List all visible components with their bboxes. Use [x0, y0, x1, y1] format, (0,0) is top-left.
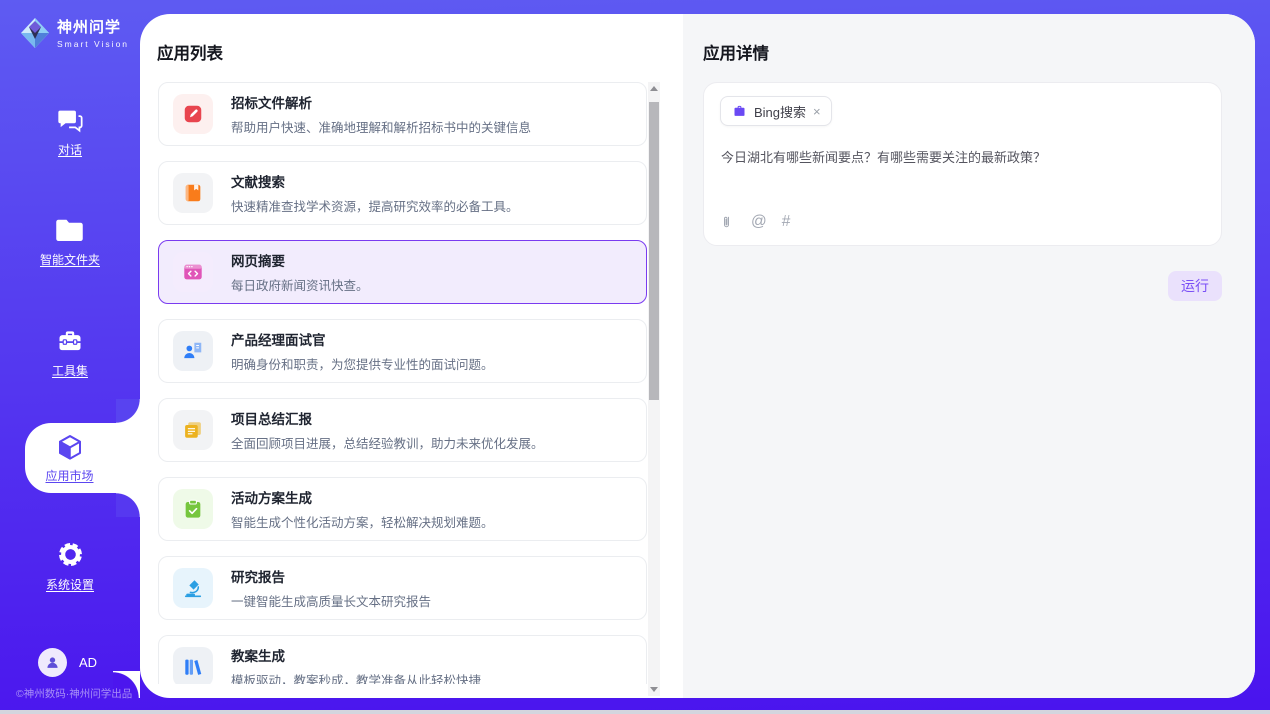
- sidebar-item-label: 智能文件夹: [40, 251, 100, 268]
- query-input[interactable]: 今日湖北有哪些新闻要点？有哪些需要关注的最新政策？: [721, 147, 1201, 166]
- book-icon: [173, 173, 213, 213]
- sidebar-item-app-market[interactable]: 应用市场: [25, 423, 140, 493]
- cube-icon: [55, 433, 85, 463]
- app-list-title: 应用列表: [157, 40, 223, 64]
- sidebar-item-chat[interactable]: 对话: [0, 106, 140, 158]
- app-name: 网页摘要: [231, 250, 369, 270]
- bubble-curve-bottom: [116, 493, 140, 517]
- app-desc: 模板驱动，教案秒成，教学准备从此轻松快捷: [231, 670, 481, 684]
- tool-chip-bing-search: Bing搜索 ×: [720, 96, 832, 126]
- sidebar-item-label: 对话: [58, 141, 82, 158]
- mention-icon[interactable]: @: [751, 213, 767, 231]
- browser-code-icon: [173, 252, 213, 292]
- app-desc: 一键智能生成高质量长文本研究报告: [231, 591, 431, 610]
- interviewer-icon: [173, 331, 213, 371]
- brand-subtitle: Smart Vision: [57, 39, 129, 49]
- topic-icon[interactable]: #: [782, 213, 791, 231]
- edit-document-icon: [173, 94, 213, 134]
- sidebar-item-toolset[interactable]: 工具集: [0, 327, 140, 379]
- app-list-scrollbar[interactable]: [648, 82, 660, 696]
- sidebar: 神州问学 Smart Vision 对话 智能文件夹 工具集: [0, 0, 140, 714]
- tool-chip-label: Bing搜索: [754, 102, 806, 121]
- scrollbar-thumb[interactable]: [649, 102, 659, 400]
- briefcase-icon: [732, 104, 747, 119]
- sidebar-item-settings[interactable]: 系统设置: [0, 540, 140, 593]
- composer-toolbar: @ #: [721, 213, 790, 231]
- app-desc: 智能生成个性化活动方案，轻松解决规划难题。: [231, 512, 494, 531]
- app-name: 文献搜索: [231, 171, 519, 191]
- sidebar-item-label: 应用市场: [45, 467, 93, 484]
- app-name: 产品经理面试官: [231, 329, 494, 349]
- main-content: 应用列表 招标文件解析 帮助用户快速、准确地理解和解析招标书中的关键信息 文献搜…: [140, 14, 1255, 698]
- app-name: 招标文件解析: [231, 92, 531, 112]
- app-desc: 快速精准查找学术资源，提高研究效率的必备工具。: [231, 196, 519, 215]
- toolbox-icon: [55, 327, 85, 355]
- app-list-panel: 应用列表 招标文件解析 帮助用户快速、准确地理解和解析招标书中的关键信息 文献搜…: [140, 14, 683, 698]
- person-icon: [44, 654, 61, 671]
- attachment-icon[interactable]: [721, 214, 736, 231]
- copyright-footer: ©神州数码·神州问学出品: [16, 686, 132, 701]
- brand-title: 神州问学: [57, 16, 129, 37]
- app-card-literature-search[interactable]: 文献搜索 快速精准查找学术资源，提高研究效率的必备工具。: [158, 161, 647, 225]
- prompt-composer: Bing搜索 × 今日湖北有哪些新闻要点？有哪些需要关注的最新政策？ @ #: [703, 82, 1222, 246]
- bubble-curve-top: [116, 399, 140, 423]
- app-card-research-report[interactable]: 研究报告 一键智能生成高质量长文本研究报告: [158, 556, 647, 620]
- avatar: [38, 648, 67, 677]
- app-card-activity-plan[interactable]: 活动方案生成 智能生成个性化活动方案，轻松解决规划难题。: [158, 477, 647, 541]
- chip-close-icon[interactable]: ×: [813, 105, 821, 118]
- diamond-logo-icon: [20, 17, 50, 49]
- scroll-down-icon[interactable]: [650, 687, 658, 692]
- app-desc: 明确身份和职责，为您提供专业性的面试问题。: [231, 354, 494, 373]
- clipboard-check-icon: [173, 489, 213, 529]
- app-desc: 帮助用户快速、准确地理解和解析招标书中的关键信息: [231, 117, 531, 136]
- app-detail-panel: 应用详情 Bing搜索 × 今日湖北有哪些新闻要点？有哪些需要关注的最新政策？ …: [683, 14, 1255, 698]
- brand-logo: 神州问学 Smart Vision: [20, 16, 129, 49]
- scroll-up-icon[interactable]: [650, 86, 658, 91]
- app-name: 研究报告: [231, 566, 431, 586]
- app-detail-title: 应用详情: [703, 40, 769, 64]
- chat-icon: [55, 106, 85, 134]
- app-card-lesson-plan[interactable]: 教案生成 模板驱动，教案秒成，教学准备从此轻松快捷: [158, 635, 647, 684]
- user-account[interactable]: AD: [38, 648, 97, 677]
- gear-icon: [56, 540, 85, 569]
- app-desc: 每日政府新闻资讯快查。: [231, 275, 369, 294]
- app-list: 招标文件解析 帮助用户快速、准确地理解和解析招标书中的关键信息 文献搜索 快速精…: [158, 82, 647, 684]
- bottom-edge: [0, 710, 1270, 714]
- run-button[interactable]: 运行: [1168, 271, 1222, 301]
- app-name: 活动方案生成: [231, 487, 494, 507]
- app-card-tender-parse[interactable]: 招标文件解析 帮助用户快速、准确地理解和解析招标书中的关键信息: [158, 82, 647, 146]
- app-name: 教案生成: [231, 645, 481, 665]
- microscope-icon: [173, 568, 213, 608]
- app-card-web-summary[interactable]: 网页摘要 每日政府新闻资讯快查。: [158, 240, 647, 304]
- app-desc: 全面回顾项目进展，总结经验教训，助力未来优化发展。: [231, 433, 544, 452]
- notes-icon: [173, 410, 213, 450]
- sidebar-item-label: 工具集: [52, 362, 88, 379]
- books-icon: [173, 647, 213, 684]
- user-label: AD: [79, 655, 97, 670]
- app-card-pm-interviewer[interactable]: 产品经理面试官 明确身份和职责，为您提供专业性的面试问题。: [158, 319, 647, 383]
- app-name: 项目总结汇报: [231, 408, 544, 428]
- sidebar-item-smart-folders[interactable]: 智能文件夹: [0, 218, 140, 268]
- app-card-project-summary[interactable]: 项目总结汇报 全面回顾项目进展，总结经验教训，助力未来优化发展。: [158, 398, 647, 462]
- sidebar-item-label: 系统设置: [46, 576, 94, 593]
- folder-icon: [55, 218, 85, 244]
